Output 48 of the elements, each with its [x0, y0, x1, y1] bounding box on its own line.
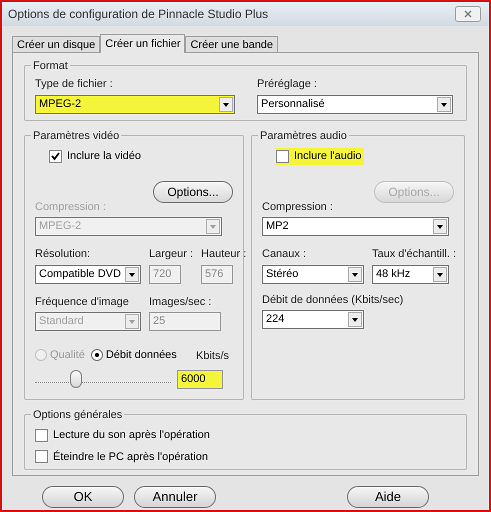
field-label: Compression : [262, 200, 334, 214]
checkbox[interactable]: Éteindre le PC après l'opération [35, 448, 210, 465]
field-label: Canaux : [262, 247, 308, 262]
field-label: Taux d'échantill. : [372, 247, 456, 262]
field-label: Résolution: [35, 247, 92, 262]
field-label: Débit de données (Kbits/sec) [262, 292, 404, 308]
close-button[interactable] [455, 6, 481, 22]
close-icon [464, 10, 472, 18]
radio-button[interactable]: Débit données [90, 346, 177, 364]
checkbox[interactable]: Inclure la vidéo [49, 148, 143, 164]
dropdown[interactable]: 48 kHz [372, 264, 449, 284]
window-title: Options de configuration de Pinnacle Studio Plus [8, 6, 268, 23]
caret-icon [433, 219, 447, 234]
checkbox[interactable]: Inclure l'audio [276, 148, 364, 164]
dropdown[interactable]: Stéréo [262, 264, 364, 284]
dropdown[interactable]: MPEG-2 [35, 94, 235, 114]
dialog-button[interactable]: Aide [347, 486, 429, 508]
dropdown[interactable]: Compatible DVD [35, 264, 141, 284]
dialog-button[interactable]: OK [42, 486, 124, 508]
field-label: Hauteur : [201, 247, 246, 262]
dropdown[interactable]: Personnalisé [257, 94, 453, 114]
caret-icon [125, 314, 139, 329]
caret-icon [348, 312, 362, 327]
caret-icon [219, 96, 233, 112]
field-label: Compression : [35, 200, 107, 214]
caret-icon [437, 96, 451, 112]
field-label: Type de fichier : [35, 77, 114, 92]
tab[interactable]: Créer un fichier [100, 34, 186, 53]
text-field[interactable]: 6000 [177, 370, 223, 388]
caret-icon [433, 266, 447, 282]
slider-thumb[interactable] [70, 370, 82, 388]
checkmark-icon [51, 152, 60, 161]
field-label: Kbits/s [196, 350, 229, 362]
caret-icon [348, 266, 362, 282]
field-label: Largeur : [149, 247, 194, 262]
field-label: Images/sec : [149, 294, 212, 310]
tab[interactable]: Créer un disque [12, 36, 100, 52]
options-button[interactable]: Options... [153, 180, 233, 202]
group-title: Options générales [31, 407, 124, 424]
checkbox[interactable]: Lecture du son après l'opération [35, 427, 212, 444]
dialog-button[interactable]: Annuler [134, 486, 216, 508]
field-label: Préréglage : [257, 77, 318, 92]
tab[interactable]: Créer une bande [185, 36, 278, 52]
caret-icon [125, 266, 139, 282]
field-label: Fréquence d'image [35, 294, 130, 310]
dropdown[interactable]: 224 [262, 310, 364, 329]
dropdown[interactable]: MP2 [262, 217, 449, 236]
caret-icon [206, 219, 220, 234]
